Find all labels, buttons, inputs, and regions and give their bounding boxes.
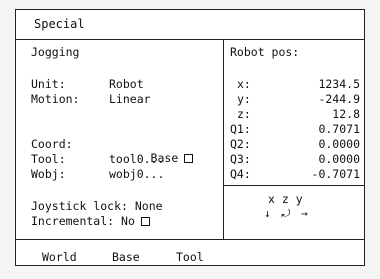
joystick-lock-label: Joystick lock:	[31, 199, 128, 213]
pos-q1-label: Q1:	[230, 122, 251, 136]
pos-z-value: 12.8	[332, 107, 360, 121]
arrow-down-icon: ↓	[264, 207, 273, 220]
robot-position-panel: Robot pos: x: 1234.5 y: -244.9 z: 12.8 Q…	[224, 39, 364, 186]
joystick-axes-label: x z y	[268, 192, 303, 206]
pos-q3-label: Q3:	[230, 152, 251, 166]
pos-q4-value: -0.7071	[311, 167, 360, 181]
coord-selector-box[interactable]	[184, 154, 194, 163]
joystick-lock-row[interactable]: Joystick lock: None	[31, 199, 163, 213]
pos-q1-value: 0.7071	[318, 122, 360, 136]
joystick-direction-arrows: ↓ ⤾ →	[264, 207, 310, 221]
world-button[interactable]: World	[42, 250, 77, 264]
pos-q3-value: 0.0000	[318, 152, 360, 166]
window-title: Special	[34, 17, 85, 31]
tool-value[interactable]: tool0...	[109, 152, 164, 166]
pos-y-label: y:	[237, 92, 251, 106]
incremental-row[interactable]: Incremental: No	[31, 214, 150, 228]
tool-button[interactable]: Tool	[176, 250, 204, 264]
incremental-label: Incremental:	[31, 214, 115, 228]
jogging-panel: Jogging Unit: Robot Motion: Linear Coord…	[16, 39, 224, 239]
wobj-label: Wobj:	[31, 167, 66, 181]
pos-q2-label: Q2:	[230, 137, 251, 151]
title-bar: Special	[16, 10, 364, 40]
pos-x-label: x:	[237, 77, 251, 91]
joystick-lock-value: None	[134, 199, 163, 213]
tool-label: Tool:	[31, 152, 66, 166]
arrow-right-icon: →	[301, 207, 310, 220]
motion-value[interactable]: Linear	[109, 92, 151, 106]
joystick-directions-panel: x z y ↓ ⤾ →	[224, 186, 364, 239]
pos-q2-value: 0.0000	[318, 137, 360, 151]
robot-pos-heading: Robot pos:	[230, 45, 300, 59]
unit-label: Unit:	[31, 77, 66, 91]
base-button[interactable]: Base	[112, 250, 140, 264]
pos-y-value: -244.9	[318, 92, 360, 106]
coord-label: Coord:	[31, 137, 73, 151]
function-key-bar: World Base Tool	[16, 239, 364, 265]
incremental-checkbox[interactable]	[140, 217, 150, 226]
incremental-value: No	[121, 214, 135, 228]
pos-q4-label: Q4:	[230, 167, 251, 181]
motion-label: Motion:	[31, 92, 80, 106]
pos-z-label: z:	[237, 107, 251, 121]
teach-pendant-window: Special Jogging Unit: Robot Motion: Line…	[15, 9, 365, 266]
wobj-value[interactable]: wobj0...	[109, 167, 164, 181]
jogging-heading: Jogging	[31, 45, 80, 59]
rotate-icon: ⤾	[281, 207, 293, 220]
pos-x-value: 1234.5	[318, 77, 360, 91]
unit-value[interactable]: Robot	[109, 77, 144, 91]
